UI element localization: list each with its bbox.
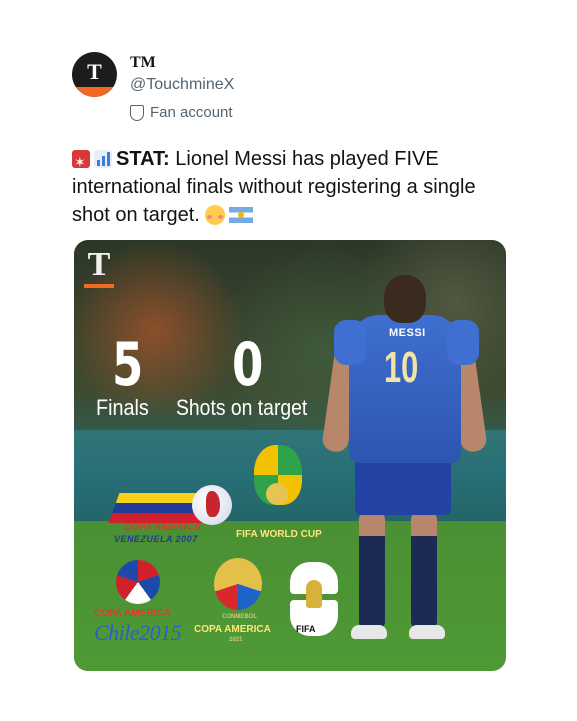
player-right-sleeve xyxy=(447,320,479,365)
tweet-line-3: shot on target. xyxy=(72,204,200,226)
shield-icon xyxy=(130,104,144,121)
copa-america-2007-badge: COPA AMERICA VENEZUELA 2007 xyxy=(108,485,232,553)
copa-2015-subtitle: Chile2015 xyxy=(94,620,182,645)
fan-account-text: Fan account xyxy=(150,104,233,121)
shots-count: 0 xyxy=(232,330,264,400)
copa-2021-title: COPA AMERICA xyxy=(194,624,271,635)
tweet-line-1: Lionel Messi has played FIVE xyxy=(169,148,439,170)
wc-2026-text: FIFA xyxy=(296,624,316,634)
siren-emoji-icon xyxy=(72,148,90,176)
player-left-leg xyxy=(359,513,385,628)
player-shorts xyxy=(355,459,451,515)
account-name[interactable]: TM xyxy=(130,54,156,72)
copa-2007-title: COPA AMERICA xyxy=(124,522,201,533)
brand-logo: T xyxy=(82,248,116,290)
copa-america-2015-badge: COPA AMERICA Chile2015 xyxy=(94,560,194,655)
avatar-accent-bar xyxy=(72,87,117,97)
tweet-text: STAT: Lionel Messi has played FIVE inter… xyxy=(72,145,512,229)
account-handle[interactable]: @TouchmineX xyxy=(130,76,234,94)
player-left-sleeve xyxy=(334,320,366,365)
shots-label: Shots on target xyxy=(176,395,308,420)
avatar[interactable]: T xyxy=(72,52,117,97)
player-head xyxy=(384,275,426,323)
player-figure: MESSI 10 xyxy=(321,275,489,640)
copa-2007-subtitle: VENEZUELA 2007 xyxy=(114,534,198,544)
copa-2021-year: 2021 xyxy=(229,637,243,643)
world-cup-2014-badge: FIFA WORLD CUP xyxy=(236,445,326,545)
player-left-boot xyxy=(351,625,387,639)
finals-label: Finals xyxy=(96,395,149,420)
world-cup-2026-badge: FIFA xyxy=(286,562,346,650)
copa-2015-title: COPA AMERICA xyxy=(94,608,171,619)
globe-icon xyxy=(192,485,232,525)
copa-2015-emblem-icon xyxy=(116,560,160,604)
argentina-flag-emoji-icon xyxy=(229,207,254,223)
player-right-leg xyxy=(411,513,437,628)
chart-emoji-icon xyxy=(94,150,112,168)
stat-label: STAT: xyxy=(116,148,170,170)
tweet-header: T TM @TouchmineX Fan account xyxy=(72,52,532,132)
shirt-number: 10 xyxy=(384,343,419,392)
shirt-name: MESSI xyxy=(389,327,426,339)
tweet-line-2: international finals without registering… xyxy=(72,176,476,198)
tweet-image[interactable]: T 5 0 Finals Shots on target MESSI 10 CO… xyxy=(74,240,506,671)
copa-2021-emblem-icon xyxy=(214,558,262,610)
player-right-boot xyxy=(409,625,445,639)
avatar-logo-text: T xyxy=(87,59,102,84)
trophy-icon xyxy=(266,483,288,505)
copa-2021-small-text: CONMEBOL xyxy=(222,614,257,620)
brand-logo-underline xyxy=(84,284,114,288)
trophy-icon xyxy=(306,580,322,608)
brand-logo-text: T xyxy=(87,246,111,283)
copa-america-2021-badge: CONMEBOL COPA AMERICA 2021 xyxy=(194,558,284,653)
flushed-face-emoji-icon xyxy=(205,205,226,225)
finals-count: 5 xyxy=(112,330,144,400)
fan-account-label: Fan account xyxy=(130,104,233,121)
world-cup-2014-text: FIFA WORLD CUP xyxy=(236,529,322,540)
